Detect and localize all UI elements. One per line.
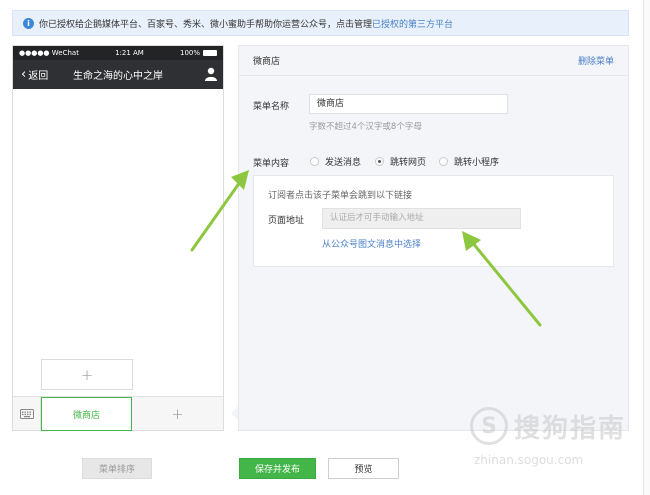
radio-dot bbox=[310, 157, 319, 166]
back-label: 返回 bbox=[28, 71, 49, 82]
clock-label: 1:21 AM bbox=[115, 49, 144, 57]
keyboard-icon[interactable] bbox=[13, 397, 41, 431]
third-party-link[interactable]: 已授权的第三方平台 bbox=[372, 17, 453, 30]
menu-name-label: 菜单名称 bbox=[253, 102, 290, 112]
editor-title: 微商店 bbox=[253, 57, 281, 67]
sort-menu-button[interactable]: 菜单排序 bbox=[82, 458, 152, 479]
preview-button[interactable]: 预览 bbox=[328, 458, 399, 479]
radio-label: 发送消息 bbox=[325, 158, 362, 168]
user-icon[interactable] bbox=[205, 67, 217, 81]
choose-from-articles-link[interactable]: 从公众号图文消息中选择 bbox=[322, 237, 421, 250]
sogou-watermark: S 搜狗指南 bbox=[470, 407, 626, 445]
menu-name-hint: 字数不超过4个汉字或8个字母 bbox=[309, 122, 422, 132]
radio-dot-selected bbox=[375, 157, 384, 166]
page-url-label: 页面地址 bbox=[268, 216, 305, 226]
menu-tab-weishop[interactable]: 微商店 bbox=[41, 397, 132, 431]
delete-menu-link[interactable]: 删除菜单 bbox=[578, 54, 614, 67]
phone-nav-bar: ‹ 返回 生命之海的心中之岸 bbox=[13, 60, 223, 89]
add-submenu-button[interactable]: + bbox=[41, 359, 133, 390]
watermark-url: zhinan.sogou.com bbox=[474, 453, 584, 467]
account-title: 生命之海的心中之岸 bbox=[73, 71, 163, 82]
notice-text: 你已授权给企鹅媒体平台、百家号、秀米、微小蜜助手帮助你运营公众号，点击管理 bbox=[39, 19, 373, 30]
carrier-label: ●●●●● WeChat bbox=[19, 49, 79, 57]
back-button[interactable]: ‹ 返回 bbox=[21, 67, 48, 82]
phone-preview: ●●●●● WeChat 1:21 AM 100% ‹ 返回 生命之海的心中之岸 … bbox=[12, 45, 224, 431]
radio-label: 跳转小程序 bbox=[454, 158, 500, 168]
authorization-notice: i 你已授权给企鹅媒体平台、百家号、秀米、微小蜜助手帮助你运营公众号，点击管理 … bbox=[12, 10, 629, 36]
info-icon: i bbox=[23, 17, 34, 29]
battery-indicator: 100% bbox=[180, 49, 217, 57]
page-edge bbox=[643, 0, 650, 495]
watermark-text: 搜狗指南 bbox=[514, 413, 627, 444]
radio-open-webpage[interactable]: 跳转网页 bbox=[375, 155, 426, 168]
sogou-logo-icon: S bbox=[470, 407, 508, 445]
menu-content-label: 菜单内容 bbox=[253, 159, 290, 169]
chevron-left-icon: ‹ bbox=[21, 67, 27, 82]
save-and-publish-button[interactable]: 保存并发布 bbox=[239, 458, 316, 479]
link-description: 订阅者点击该子菜单会跳到以下链接 bbox=[268, 191, 413, 201]
battery-label: 100% bbox=[179, 49, 200, 57]
menu-bar: 微商店 + bbox=[13, 396, 223, 431]
radio-label: 跳转网页 bbox=[390, 158, 427, 168]
status-bar: ●●●●● WeChat 1:21 AM 100% bbox=[13, 46, 223, 60]
radio-send-message[interactable]: 发送消息 bbox=[310, 155, 361, 168]
add-menu-button[interactable]: + bbox=[132, 397, 223, 430]
radio-open-miniprogram[interactable]: 跳转小程序 bbox=[439, 155, 499, 168]
menu-name-input[interactable]: 微商店 bbox=[309, 94, 508, 114]
page-url-input[interactable]: 认证后才可手动输入地址 bbox=[322, 208, 521, 229]
editor-header: 微商店 删除菜单 bbox=[239, 46, 628, 76]
radio-dot bbox=[439, 157, 448, 166]
battery-icon bbox=[203, 50, 217, 56]
